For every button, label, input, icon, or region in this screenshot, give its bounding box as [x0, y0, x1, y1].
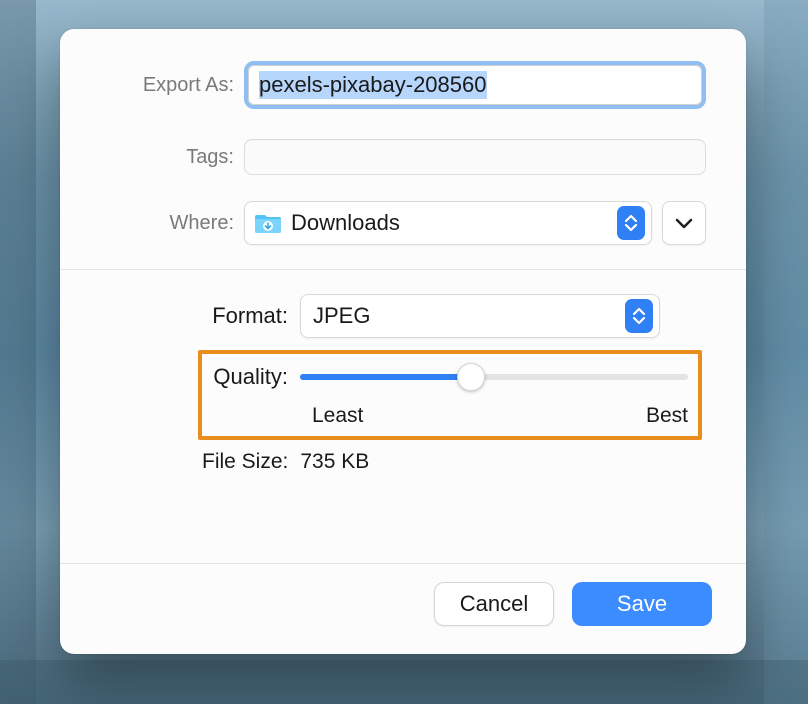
format-stepper-icon: [625, 299, 653, 333]
format-row: Format: JPEG: [100, 294, 706, 338]
export-as-value: pexels-pixabay-208560: [259, 71, 487, 99]
export-top-section: Export As: pexels-pixabay-208560 Tags: W…: [60, 29, 746, 269]
slider-thumb[interactable]: [457, 363, 485, 391]
export-options-section: Format: JPEG Quality: Least: [60, 270, 746, 482]
quality-label: Quality:: [208, 364, 300, 390]
expand-location-button[interactable]: [662, 201, 706, 245]
format-value: JPEG: [313, 303, 625, 329]
export-as-label: Export As:: [100, 74, 244, 97]
downloads-folder-icon: [255, 212, 281, 234]
filesize-value: 735 KB: [300, 450, 369, 474]
quality-highlight-box: Quality: Least Best: [198, 350, 702, 440]
tags-row: Tags:: [100, 139, 706, 175]
quality-scale-row: Least Best: [208, 404, 688, 428]
quality-row: Quality:: [208, 360, 688, 394]
where-folder-name: Downloads: [291, 210, 607, 236]
where-label: Where:: [100, 212, 244, 235]
format-label: Format:: [100, 303, 300, 329]
tags-label: Tags:: [100, 146, 244, 169]
cancel-button-label: Cancel: [460, 591, 528, 617]
where-stepper-icon: [617, 206, 645, 240]
quality-slider[interactable]: [300, 363, 688, 391]
save-button-label: Save: [617, 591, 667, 617]
tags-input[interactable]: [244, 139, 706, 175]
cancel-button[interactable]: Cancel: [434, 582, 554, 626]
quality-best-label: Best: [646, 404, 688, 428]
where-popup[interactable]: Downloads: [244, 201, 652, 245]
export-as-focus-ring: pexels-pixabay-208560: [244, 61, 706, 109]
export-as-input[interactable]: pexels-pixabay-208560: [248, 65, 702, 105]
chevron-down-icon: [675, 217, 693, 229]
export-as-row: Export As: pexels-pixabay-208560: [100, 61, 706, 109]
dialog-footer: Cancel Save: [60, 563, 746, 654]
filesize-label: File Size:: [202, 450, 288, 474]
where-row: Where: Downloads: [100, 201, 706, 245]
export-dialog: Export As: pexels-pixabay-208560 Tags: W…: [60, 29, 746, 654]
save-button[interactable]: Save: [572, 582, 712, 626]
filesize-row: File Size: 735 KB: [100, 450, 706, 474]
quality-least-label: Least: [312, 404, 363, 428]
slider-track-fill: [300, 374, 471, 380]
format-popup[interactable]: JPEG: [300, 294, 660, 338]
